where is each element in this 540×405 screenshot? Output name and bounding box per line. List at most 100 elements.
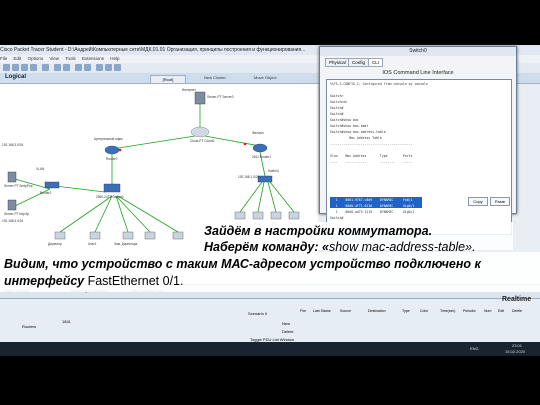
link-mlswitch-switch0 [54, 185, 106, 193]
switch0-window[interactable]: Switch0 Physical Config CLI IOS Command … [319, 46, 517, 235]
command-text: show mac-address-table [328, 240, 466, 254]
cli-line: ---- ----------- -------- ----- [330, 160, 413, 164]
pdu-col-periodic: Periodic [463, 309, 476, 313]
cli-line: ----------------------------------------… [330, 142, 413, 146]
http-server-label: Server-PT http.ftp [4, 212, 29, 216]
pc7-icon[interactable] [270, 211, 282, 220]
copy-icon[interactable] [54, 64, 61, 71]
zoom-out-icon[interactable] [114, 64, 121, 71]
pdu-col-source: Source [340, 309, 352, 313]
copy-button[interactable]: Copy [468, 197, 488, 206]
device-category-label: Routers [22, 324, 37, 329]
internet-label: Интернет [182, 88, 196, 92]
tab-cli[interactable]: CLI [368, 58, 384, 67]
cli-line: Switch#show mac-addr [330, 124, 369, 128]
smtp-server-label: Server-PT SmtpPop [4, 184, 33, 188]
realtime-mode-label[interactable]: Realtime [502, 296, 531, 303]
zoom-in-icon[interactable] [96, 64, 103, 71]
multilayer-switch-icon[interactable] [103, 183, 121, 193]
caption-line-1: Зайдём в настройки коммутатора. [204, 224, 433, 238]
undo-icon[interactable] [75, 64, 82, 71]
cli-line: 1 0060.4f71.0116 DYNAMIC Gig0/1 [330, 204, 415, 208]
redo-icon[interactable] [84, 64, 91, 71]
cli-line: %SYS-5-CONFIG_I: Configured from console… [330, 82, 428, 86]
caption-text: Наберём команду: « [204, 240, 329, 254]
menu-edit[interactable]: Edit [14, 56, 22, 61]
cli-title: IOS Command Line Interface [382, 70, 454, 76]
router1-icon[interactable] [252, 143, 268, 153]
pc-icon[interactable] [172, 231, 184, 240]
menu-file[interactable]: File [0, 56, 7, 61]
router0-label: Router0 [106, 157, 118, 161]
cli-line: 1 0001.9767.c8e9 DYNAMIC Fa0/1 [330, 198, 413, 202]
move-object-button[interactable]: Move Object [254, 75, 276, 80]
logical-mode-label[interactable]: Logical [5, 74, 26, 80]
cli-console[interactable]: %SYS-5-CONFIG_I: Configured from console… [326, 79, 512, 235]
link-cloud-router0 [111, 135, 196, 150]
open-file-icon[interactable] [12, 64, 19, 71]
paste-button[interactable]: Paste [490, 197, 510, 206]
paste-icon[interactable] [63, 64, 70, 71]
cloud0-label: Cloud-PT Cloud0 [190, 139, 215, 143]
pc-director-label: Директор [48, 242, 62, 246]
save-icon[interactable] [21, 64, 28, 71]
server0-icon[interactable] [194, 91, 206, 105]
tab-physical[interactable]: Physical [325, 58, 350, 67]
router0-icon[interactable] [104, 145, 120, 155]
menu-tools[interactable]: Tools [65, 56, 76, 61]
new-scenario-button[interactable]: New [282, 321, 290, 326]
switch1-label: Switch1 [268, 169, 279, 173]
zoom-reset-icon[interactable] [105, 64, 112, 71]
pc-user1-icon[interactable] [89, 231, 101, 240]
pdu-col-type: Type [402, 309, 410, 313]
link-status-dot [243, 142, 247, 146]
pc-deputy-label: Зам. Директора [114, 242, 138, 246]
scenario-select[interactable]: Scenario 0 [248, 311, 267, 316]
switch0-label: Router2 [40, 191, 52, 195]
http-server-icon[interactable] [7, 199, 17, 211]
smtp-server-icon[interactable] [7, 171, 17, 183]
link-switch1-pc3 [269, 181, 295, 213]
cli-line: Switch> [330, 94, 344, 98]
link-ml-director [59, 195, 113, 233]
menu-options[interactable]: Options [28, 56, 44, 61]
tab-config[interactable]: Config [348, 58, 370, 67]
menu-view[interactable]: View [49, 56, 59, 61]
central-office-label: Центральный офис [94, 137, 123, 141]
pc5-icon[interactable] [234, 211, 246, 220]
switch1-icon[interactable] [257, 175, 273, 183]
taskbar-date: 15.02.2020 [505, 349, 526, 354]
caption-line-2: Наберём команду: «show mac-address-table… [204, 240, 476, 254]
pc-director-icon[interactable] [54, 231, 66, 240]
cloud-icon[interactable] [190, 126, 210, 138]
selected-model[interactable]: 1841 [62, 319, 71, 324]
pc4-icon[interactable] [252, 211, 264, 220]
activity-wizard-icon[interactable] [42, 64, 49, 71]
cli-line: Switch# [330, 112, 344, 116]
taskbar-time: 23:01 [512, 343, 523, 348]
root-button[interactable]: [Root] [150, 75, 186, 84]
pc-deputy-icon[interactable] [122, 231, 134, 240]
server0-label: Server-PT Server0 [207, 95, 234, 99]
delete-scenario-button[interactable]: Delete [282, 329, 294, 334]
menu-help[interactable]: Help [110, 56, 119, 61]
switch0-icon[interactable] [44, 181, 60, 189]
pdu-col-delete: Delete [512, 309, 523, 313]
lang-indicator[interactable]: ENG [470, 346, 479, 351]
cli-line: 1 00d0.ad75.3119 DYNAMIC Gig0/1 [330, 210, 415, 214]
new-file-icon[interactable] [3, 64, 10, 71]
mlswitch-label: 2960-24TT Switch0 [96, 195, 124, 199]
menu-extensions[interactable]: Extensions [82, 56, 104, 61]
link-ml-deputy [115, 195, 129, 233]
cli-line: Vlan Mac Address Type Ports [330, 154, 413, 158]
pdu-col-destination: Destination [368, 309, 386, 313]
print-icon[interactable] [30, 64, 37, 71]
device-panel: Routers 1841 Scenario 0 New Delete Toggl… [0, 298, 540, 343]
pc-icon[interactable] [144, 231, 156, 240]
link-switch1-pc7 [267, 181, 277, 213]
new-cluster-button[interactable]: New Cluster [204, 75, 226, 80]
pdu-col-edit: Edit [498, 309, 505, 313]
net-right-label: 192.168.1.0/24 [238, 175, 259, 179]
net-left-top-label: 192.168.3.0/24 [2, 143, 23, 147]
pc3-icon[interactable] [288, 211, 300, 220]
